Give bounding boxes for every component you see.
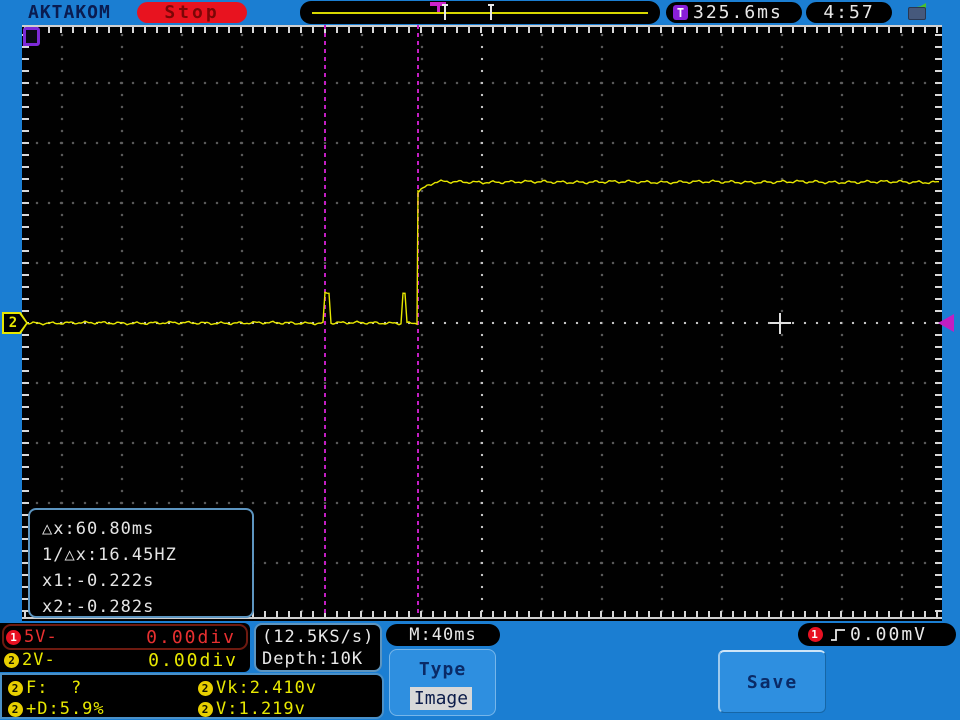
trigger-position-flag-icon [23,27,40,46]
measurement-channel-badge: 2 [198,680,213,696]
channel2-position: 0.00div [148,649,238,671]
cursor-x1: x1:-0.222s [42,571,155,591]
trigger-level-arrow-icon[interactable] [938,314,954,332]
channel1-row: 1 5V- 0.00div [2,624,248,650]
memory-line [312,12,648,14]
menu-item-image[interactable]: Image [410,687,472,710]
measurement-vk: 2 Vk:2.410v [196,678,317,698]
cursor-inverse-delta-x: 1/△x:16.45HZ [42,545,177,565]
trigger-time-readout: T 325.6ms [666,2,802,23]
memory-position-bar [300,1,660,24]
trigger-point-cross-icon [770,313,791,334]
memory-depth: Depth:10K [262,649,364,669]
oscilloscope-screen: AKTAKOM Stop T 325.6ms 4:57 △x:60.80ms 1… [0,0,960,720]
trigger-level-value: 0.00mV [850,624,928,645]
softkey-menu-panel: Type Image [389,649,496,716]
channel1-scale: 5V- [24,627,58,647]
measurement-channel-badge: 2 [8,701,23,717]
memory-window-bracket-right [488,4,494,20]
clock-value: 4:57 [823,2,875,23]
measurement-vk-value: Vk:2.410v [216,678,318,698]
menu-title: Type [418,659,467,680]
trigger-time-value: 325.6ms [693,2,783,23]
channel1-badge: 1 [6,629,21,645]
rising-edge-icon [831,628,845,641]
memory-window-bracket-left [442,4,448,20]
sample-rate: (12.5KS/s) [262,627,375,647]
brand-logo: AKTAKOM [28,2,111,23]
acquisition-box: (12.5KS/s) Depth:10K [254,623,382,672]
waveform-display: △x:60.80ms 1/△x:16.45HZ x1:-0.222s x2:-0… [22,25,942,621]
measurement-frequency: 2 F: ? [6,678,82,698]
usb-storage-icon [906,3,926,20]
trigger-level-readout: 1 0.00mV [798,623,956,646]
measurement-v-value: V:1.219v [216,699,306,719]
measurement-v: 2 V:1.219v [196,699,306,719]
save-button[interactable]: Save [718,650,826,713]
measurement-frequency-value: F: ? [26,678,83,698]
top-bar: AKTAKOM Stop T 325.6ms 4:57 [0,0,960,25]
measurement-duty-value: +D:5.9% [26,699,105,719]
channel2-badge: 2 [4,652,19,668]
timebase-readout: M:40ms [386,624,500,646]
measurement-channel-badge: 2 [198,701,213,717]
cursor-x2: x2:-0.282s [42,597,155,617]
timebase-value: M:40ms [409,625,477,645]
trigger-icon: T [673,5,688,20]
usb-disk-icon [908,7,926,20]
channel2-waveform [22,179,939,326]
run-stop-status[interactable]: Stop [137,2,247,23]
measurement-channel-badge: 2 [8,680,23,696]
measurement-box: 2 F: ? 2 Vk:2.410v 2 +D:5.9% 2 V:1.219v [0,673,384,719]
measurement-duty: 2 +D:5.9% [6,699,105,719]
channel2-scale: 2V- [22,650,56,670]
run-stop-label: Stop [164,2,220,23]
channel2-row: 2 2V- 0.00div [2,649,248,671]
cursor-delta-x: △x:60.80ms [42,519,155,539]
channel-status-box: 1 5V- 0.00div 2 2V- 0.00div [0,623,250,672]
channel1-position: 0.00div [146,626,236,648]
trigger-source-badge: 1 [808,627,823,642]
cursor-measurement-box: △x:60.80ms 1/△x:16.45HZ x1:-0.222s x2:-0… [28,508,254,618]
channel2-marker-label: 2 [4,314,26,332]
clock: 4:57 [806,2,892,23]
